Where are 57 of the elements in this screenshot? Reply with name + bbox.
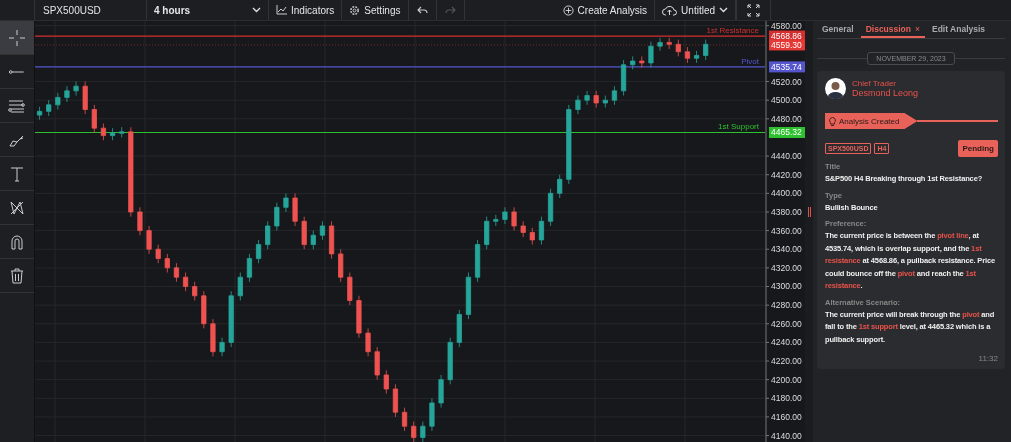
chevron-down-icon [252,7,261,13]
axis-label: 4160.00 [771,411,802,422]
indicators-button[interactable]: Indicators [269,0,343,20]
symbol-label[interactable]: SPX500USD [35,0,147,20]
panel-tab[interactable]: Edit Analysis [927,21,991,38]
axis-label: 4220.00 [771,356,802,366]
create-analysis-button[interactable]: Create Analysis [555,0,656,20]
axis-label: 4180.00 [771,393,802,404]
axis-label: 4340.00 [771,244,802,255]
author-role: Chief Trader [852,79,898,88]
timestamp: 11:32 [978,354,998,363]
panel-tab[interactable]: General [817,21,859,38]
line-icon [9,69,25,74]
author-name: Desmond Leong [852,88,919,98]
axis-label: 4380.00 [771,206,802,217]
level-line[interactable] [35,131,766,134]
settings-button[interactable]: Settings [342,0,409,20]
axis-label: 4200.00 [771,374,802,385]
axis-label: 4260.00 [771,318,802,329]
level-label: 1st Support [718,122,759,132]
axis-label: 4420.00 [771,169,802,180]
plus-circle-icon [562,4,574,16]
status-ribbon: Analysis Created [825,113,918,129]
chevron-down-icon [719,7,728,13]
axis-label: 4480.00 [771,113,802,124]
bulb-icon [829,116,836,126]
pending-button[interactable]: Pending [958,140,998,157]
crosshair-icon [8,28,26,47]
timeframe-dropdown[interactable]: 4 hours [147,0,269,20]
settings-icon [349,4,361,16]
axis-label: 4240.00 [771,337,802,348]
level-label: 1st Resistance [706,26,759,36]
cloud-upload-icon [662,4,678,16]
avatar [825,78,846,99]
axis-label: 4300.00 [771,281,802,292]
undo-icon [416,5,428,15]
axis-label: 4320.00 [771,262,802,273]
axis-label: 4360.00 [771,225,802,236]
axis-label: 4280.00 [771,300,802,311]
magnet-icon [8,232,26,251]
trash-icon [8,266,26,285]
axis-label: 4500.00 [771,95,802,106]
text-icon [8,164,26,183]
axis-label: 4520.00 [771,76,802,87]
crosshair-tool-button[interactable] [0,21,34,55]
chart-line-icon [276,5,287,15]
axis-label: 4580.00 [771,21,802,31]
redo-icon [444,5,456,15]
axis-label: 4400.00 [771,188,802,199]
resize-handle[interactable] [807,206,811,217]
level-label: Pivot [741,56,759,66]
axis-label: 4140.00 [771,430,802,441]
candlestick-chart[interactable] [35,21,805,442]
layout-dropdown[interactable]: Untitled [655,0,736,20]
panel-tab[interactable]: Discussion × [860,21,925,38]
fullscreen-icon [747,3,760,17]
axis-label: 4440.00 [771,151,802,162]
